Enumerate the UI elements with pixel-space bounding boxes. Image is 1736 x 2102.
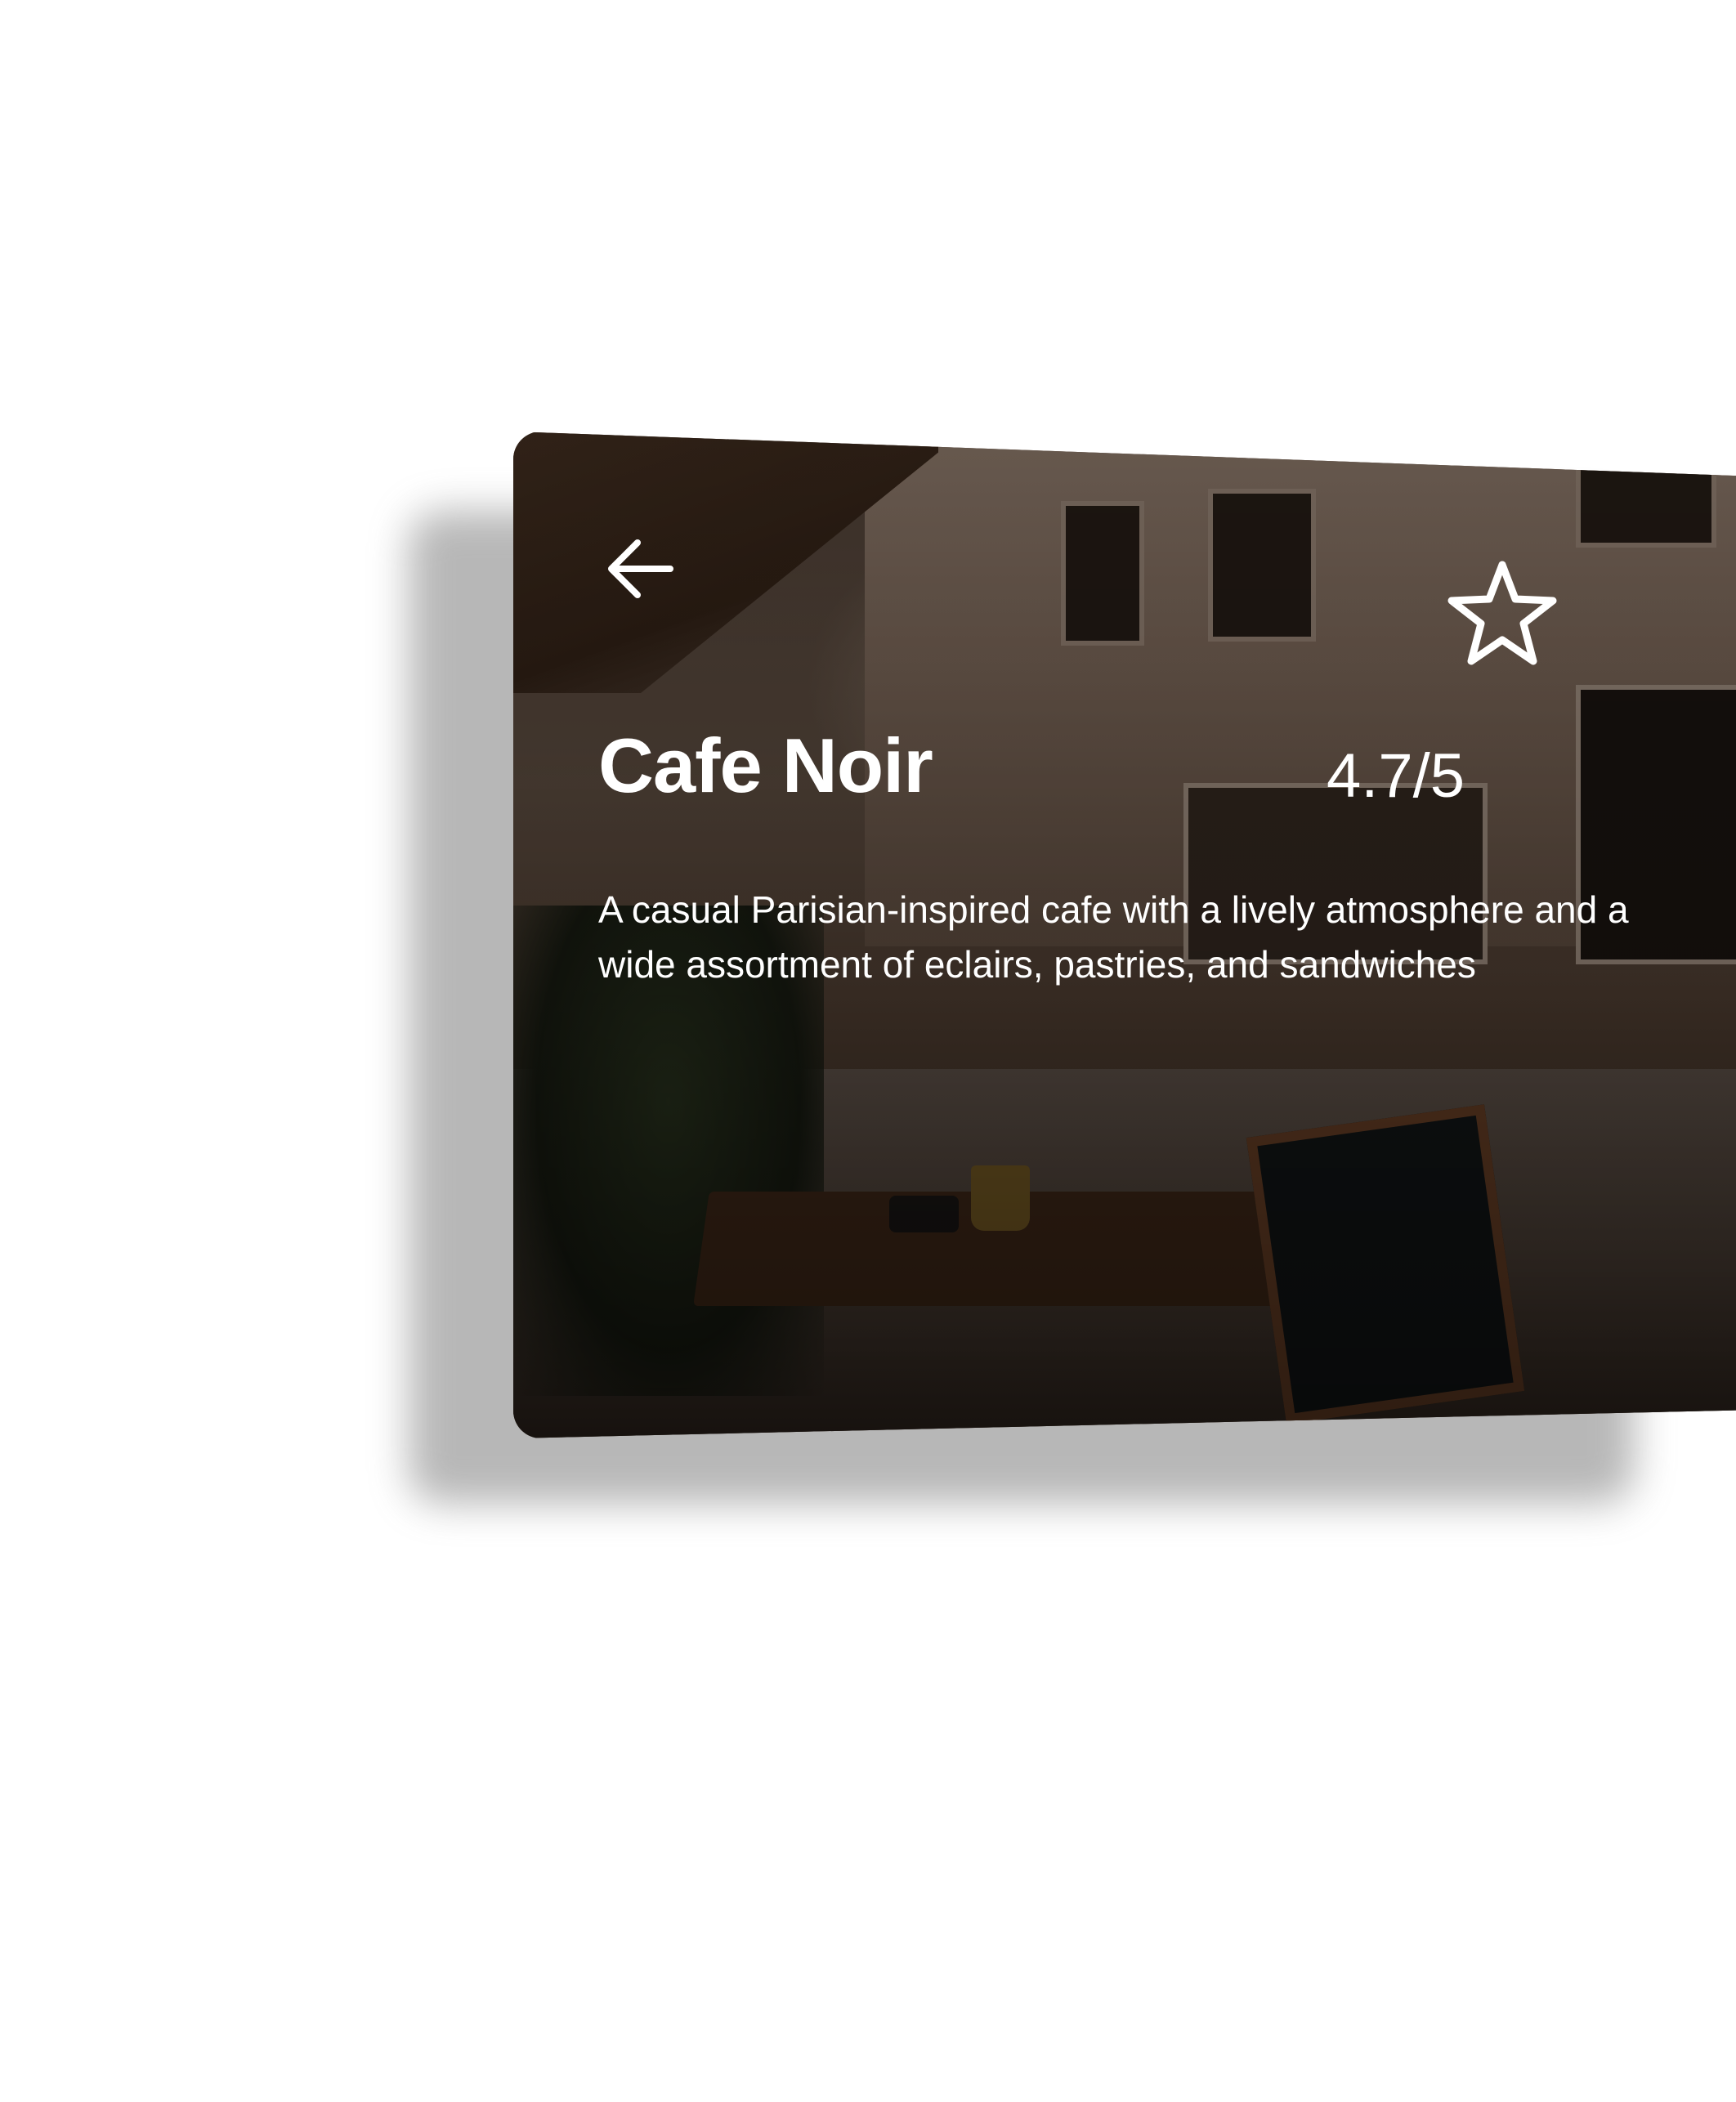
cafe-card[interactable]: Cafe Noir 4.7/5 A casual Parisian-inspir…: [513, 432, 1736, 1438]
arrow-left-icon: [608, 539, 673, 598]
canvas: Cafe Noir 4.7/5 A casual Parisian-inspir…: [0, 0, 1736, 2102]
favorite-button[interactable]: [1445, 558, 1559, 673]
rating-text: 4.7/5: [1327, 741, 1465, 811]
cafe-name: Cafe Noir: [598, 722, 933, 808]
back-button[interactable]: [605, 538, 673, 600]
cafe-description: A casual Parisian-inspired cafe with a l…: [598, 888, 1629, 986]
star-outline-icon: [1447, 561, 1557, 665]
